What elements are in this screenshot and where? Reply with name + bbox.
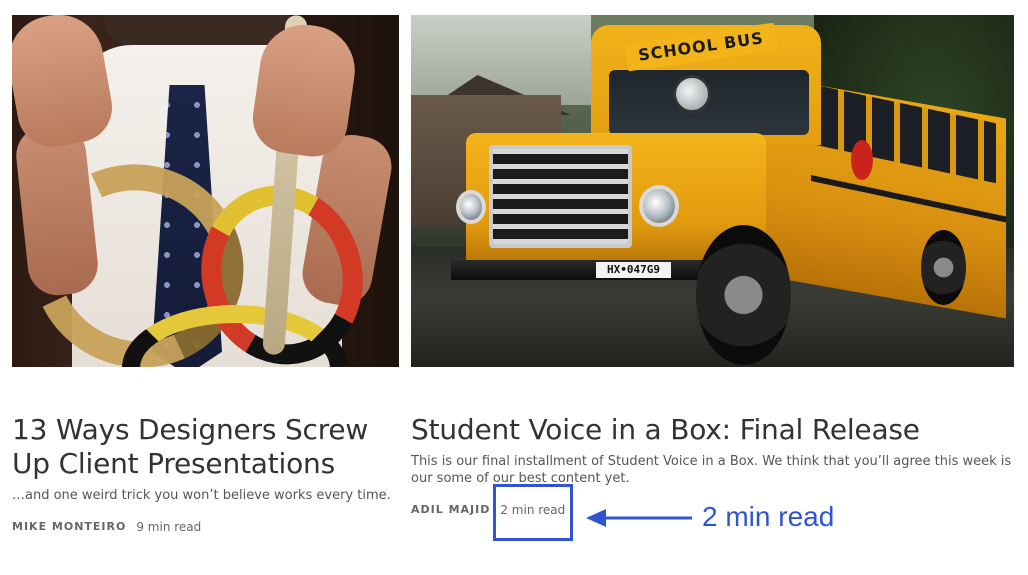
bus-wheel	[921, 230, 966, 305]
bus-grille	[489, 145, 632, 248]
bus-headlight	[639, 185, 679, 227]
left-arrow-icon	[586, 509, 692, 527]
annotation-highlight-box	[493, 484, 573, 541]
post-title[interactable]: 13 Ways Designers Screw Up Client Presen…	[12, 413, 399, 481]
post-card[interactable]: SCHOOL BUS HX•047G9 Student Voice in a B…	[411, 15, 1014, 517]
photo-hand	[12, 15, 118, 153]
author-link[interactable]: MIKE MONTEIRO	[12, 520, 126, 534]
read-time: 9 min read	[136, 520, 202, 534]
post-meta: MIKE MONTEIRO 9 min read	[12, 520, 399, 534]
bus-license-plate: HX•047G9	[596, 262, 671, 278]
bus-stop-sign	[851, 140, 873, 180]
post-thumbnail[interactable]	[12, 15, 399, 367]
post-card[interactable]: 13 Ways Designers Screw Up Client Presen…	[12, 15, 399, 534]
post-subtitle: This is our final installment of Student…	[411, 454, 1012, 486]
post-title[interactable]: Student Voice in a Box: Final Release	[411, 413, 1014, 447]
bus-wheel	[696, 225, 791, 365]
bus-mirror	[673, 75, 711, 113]
post-grid: 13 Ways Designers Screw Up Client Presen…	[0, 0, 1028, 575]
author-link[interactable]: ADIL MAJID	[411, 503, 490, 517]
annotation-callout: 2 min read	[702, 501, 835, 532]
bus-headlight	[456, 190, 486, 224]
post-subtitle: …and one weird trick you won’t believe w…	[12, 488, 391, 503]
post-thumbnail[interactable]: SCHOOL BUS HX•047G9	[411, 15, 1014, 367]
bus-windshield	[609, 70, 809, 135]
